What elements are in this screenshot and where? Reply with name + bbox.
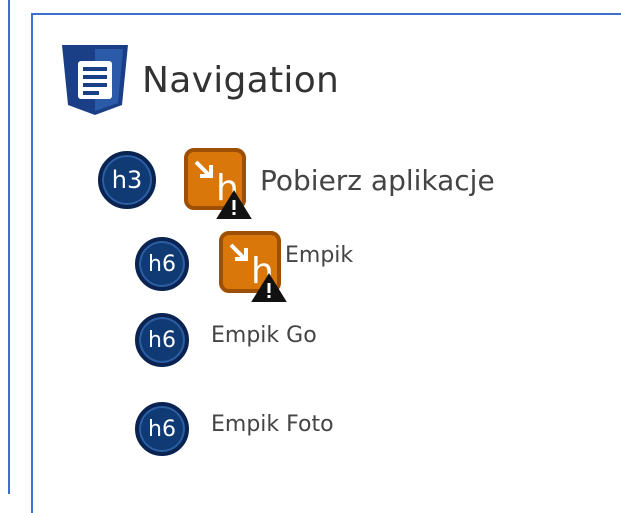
h3-badge-icon: h3 xyxy=(98,151,156,209)
heading-label: Empik Go xyxy=(211,322,317,348)
h6-badge-icon: h6 xyxy=(135,237,189,291)
h6-badge-icon: h6 xyxy=(135,402,189,456)
list-document-icon xyxy=(62,45,128,115)
heading-item-h6[interactable]: h6 Empik Go xyxy=(135,313,317,367)
navigation-title: Navigation xyxy=(142,59,340,101)
heading-item-h3[interactable]: h3 h Pobierz aplikacje xyxy=(98,138,495,222)
heading-label: Empik Foto xyxy=(211,411,334,437)
heading-label: Pobierz aplikacje xyxy=(260,163,495,197)
heading-item-h6[interactable]: h6 h Empik xyxy=(135,223,353,305)
navigation-header: Navigation xyxy=(60,43,339,117)
navigation-panel: Navigation h3 h Pobierz aplikacje h6 h E… xyxy=(31,13,621,513)
h6-badge-icon: h6 xyxy=(135,313,189,367)
heading-label: Empik xyxy=(285,242,354,268)
heading-item-h6[interactable]: h6 Empik Foto xyxy=(135,402,334,456)
left-border-line xyxy=(8,0,10,494)
heading-warning-icon: h xyxy=(184,148,252,219)
